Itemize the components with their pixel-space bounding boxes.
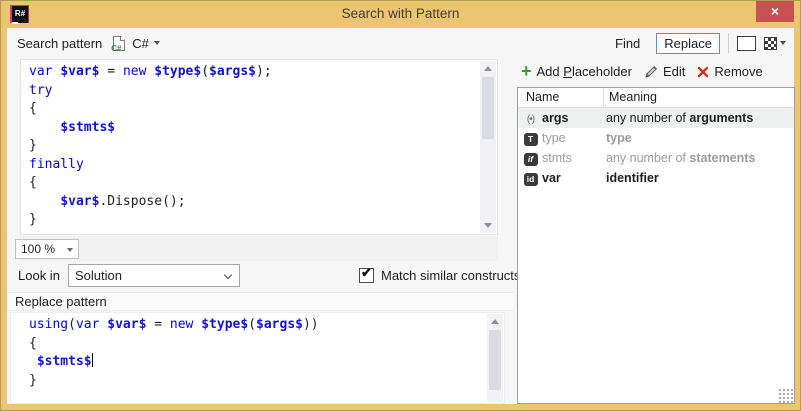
placeholder-row-args[interactable]: (•) argsany number of arguments <box>518 108 794 128</box>
arguments-placeholder-icon: (•) <box>527 114 534 125</box>
replace-pattern-label: Replace pattern <box>15 294 107 309</box>
search-pattern-editor[interactable]: var $var$ = new $type$($args$);try{ $stm… <box>20 59 498 235</box>
placeholder-row-stmts[interactable]: ifstmtsany number of statements <box>518 148 794 168</box>
code-line: finally <box>29 156 497 175</box>
search-editor-scrollbar[interactable] <box>480 61 496 233</box>
identifier-placeholder-icon: id <box>524 173 538 186</box>
remove-x-icon <box>697 66 709 78</box>
check-icon: ✔ <box>361 265 372 281</box>
search-with-pattern-dialog: R# Search with Pattern × Search pattern … <box>0 0 801 411</box>
save-pattern-button[interactable] <box>764 37 786 50</box>
code-line: try <box>29 82 497 101</box>
match-similar-label[interactable]: Match similar constructs <box>381 265 520 286</box>
code-line: } <box>29 372 504 391</box>
language-selector[interactable]: C# <box>132 36 160 51</box>
pattern-open-icon <box>737 36 756 51</box>
editor-status-strip <box>20 236 498 261</box>
code-line: { <box>29 335 504 354</box>
window-title: Search with Pattern <box>1 6 800 21</box>
pattern-save-icon <box>764 37 777 50</box>
editor-zoom-select[interactable]: 100 % <box>15 239 79 259</box>
close-button[interactable]: × <box>756 1 794 22</box>
placeholder-row-type[interactable]: Ttypetype <box>518 128 794 148</box>
placeholder-name: var <box>539 171 601 185</box>
scrollbar-thumb[interactable] <box>489 330 501 390</box>
code-line: $stmts$ <box>29 119 497 138</box>
placeholder-meaning: identifier <box>601 171 794 185</box>
placeholder-list[interactable]: Name Meaning (•) argsany number of argume… <box>517 87 795 404</box>
chevron-down-icon <box>67 248 73 252</box>
scrollbar-thumb[interactable] <box>482 77 494 139</box>
remove-placeholder-button[interactable]: Remove <box>694 64 765 79</box>
placeholder-list-header: Name Meaning <box>518 88 794 108</box>
chevron-down-icon <box>224 271 232 279</box>
close-icon: × <box>771 3 779 19</box>
placeholder-name: type <box>539 131 601 145</box>
column-header-meaning[interactable]: Meaning <box>604 88 794 107</box>
type-placeholder-icon: T <box>524 133 538 146</box>
toolbar-separator <box>728 33 729 53</box>
placeholder-meaning: any number of arguments <box>601 111 794 125</box>
placeholder-name: stmts <box>539 151 601 165</box>
column-header-name[interactable]: Name <box>518 88 604 107</box>
placeholders-panel: + Add Placeholder Edit Remove <box>517 58 795 404</box>
replace-pattern-editor[interactable]: using(var $var$ = new $type$($args$)){ $… <box>10 312 505 404</box>
csharp-file-icon: C# <box>113 36 125 51</box>
statements-placeholder-icon: if <box>524 153 538 166</box>
edit-placeholder-button[interactable]: Edit <box>641 64 688 79</box>
search-pattern-label: Search pattern <box>17 36 102 51</box>
code-line: { <box>29 174 497 193</box>
window-resize-grip[interactable] <box>778 388 793 403</box>
replace-pattern-code[interactable]: using(var $var$ = new $type$($args$)){ $… <box>11 313 504 403</box>
placeholder-row-var[interactable]: idvaridentifier <box>518 168 794 188</box>
code-line: using(var $var$ = new $type$($args$)) <box>29 316 504 335</box>
placeholders-toolbar: + Add Placeholder Edit Remove <box>518 58 795 85</box>
scroll-up-arrow[interactable] <box>487 314 503 329</box>
match-similar-checkbox[interactable]: ✔ <box>359 268 374 283</box>
scroll-down-arrow[interactable] <box>480 218 496 233</box>
look-in-label: Look in <box>18 264 60 287</box>
code-line: } <box>29 211 497 230</box>
text-caret <box>92 353 94 367</box>
plus-icon: + <box>521 64 532 78</box>
placeholder-meaning: type <box>601 131 794 145</box>
placeholder-rows: (•)argsany number of argumentsTtypetypei… <box>518 108 794 188</box>
replace-toggle-button[interactable]: Replace <box>656 33 720 54</box>
find-toggle-button[interactable]: Find <box>607 33 648 54</box>
look-in-select[interactable]: Solution <box>68 264 240 287</box>
code-line: } <box>29 137 497 156</box>
dialog-client-area: Search pattern C# C# Find Replace var $v… <box>7 28 794 404</box>
scroll-up-arrow[interactable] <box>480 61 496 76</box>
load-pattern-button[interactable] <box>737 36 756 51</box>
replace-pattern-header: Replace pattern <box>8 292 514 311</box>
placeholder-meaning: any number of statements <box>601 151 794 165</box>
code-line: $var$.Dispose(); <box>29 193 497 212</box>
add-placeholder-button[interactable]: + Add Placeholder <box>518 64 635 79</box>
title-bar[interactable]: R# Search with Pattern × <box>1 1 800 28</box>
replace-editor-scrollbar[interactable] <box>487 314 503 402</box>
placeholder-name: args <box>539 111 601 125</box>
pencil-icon <box>644 65 658 79</box>
chevron-down-icon <box>154 41 160 45</box>
chevron-down-icon <box>780 41 786 45</box>
search-pattern-code[interactable]: var $var$ = new $type$($args$);try{ $stm… <box>21 60 497 234</box>
code-line: $stmts$ <box>29 353 504 372</box>
code-line: { <box>29 100 497 119</box>
code-line: var $var$ = new $type$($args$); <box>29 63 497 82</box>
